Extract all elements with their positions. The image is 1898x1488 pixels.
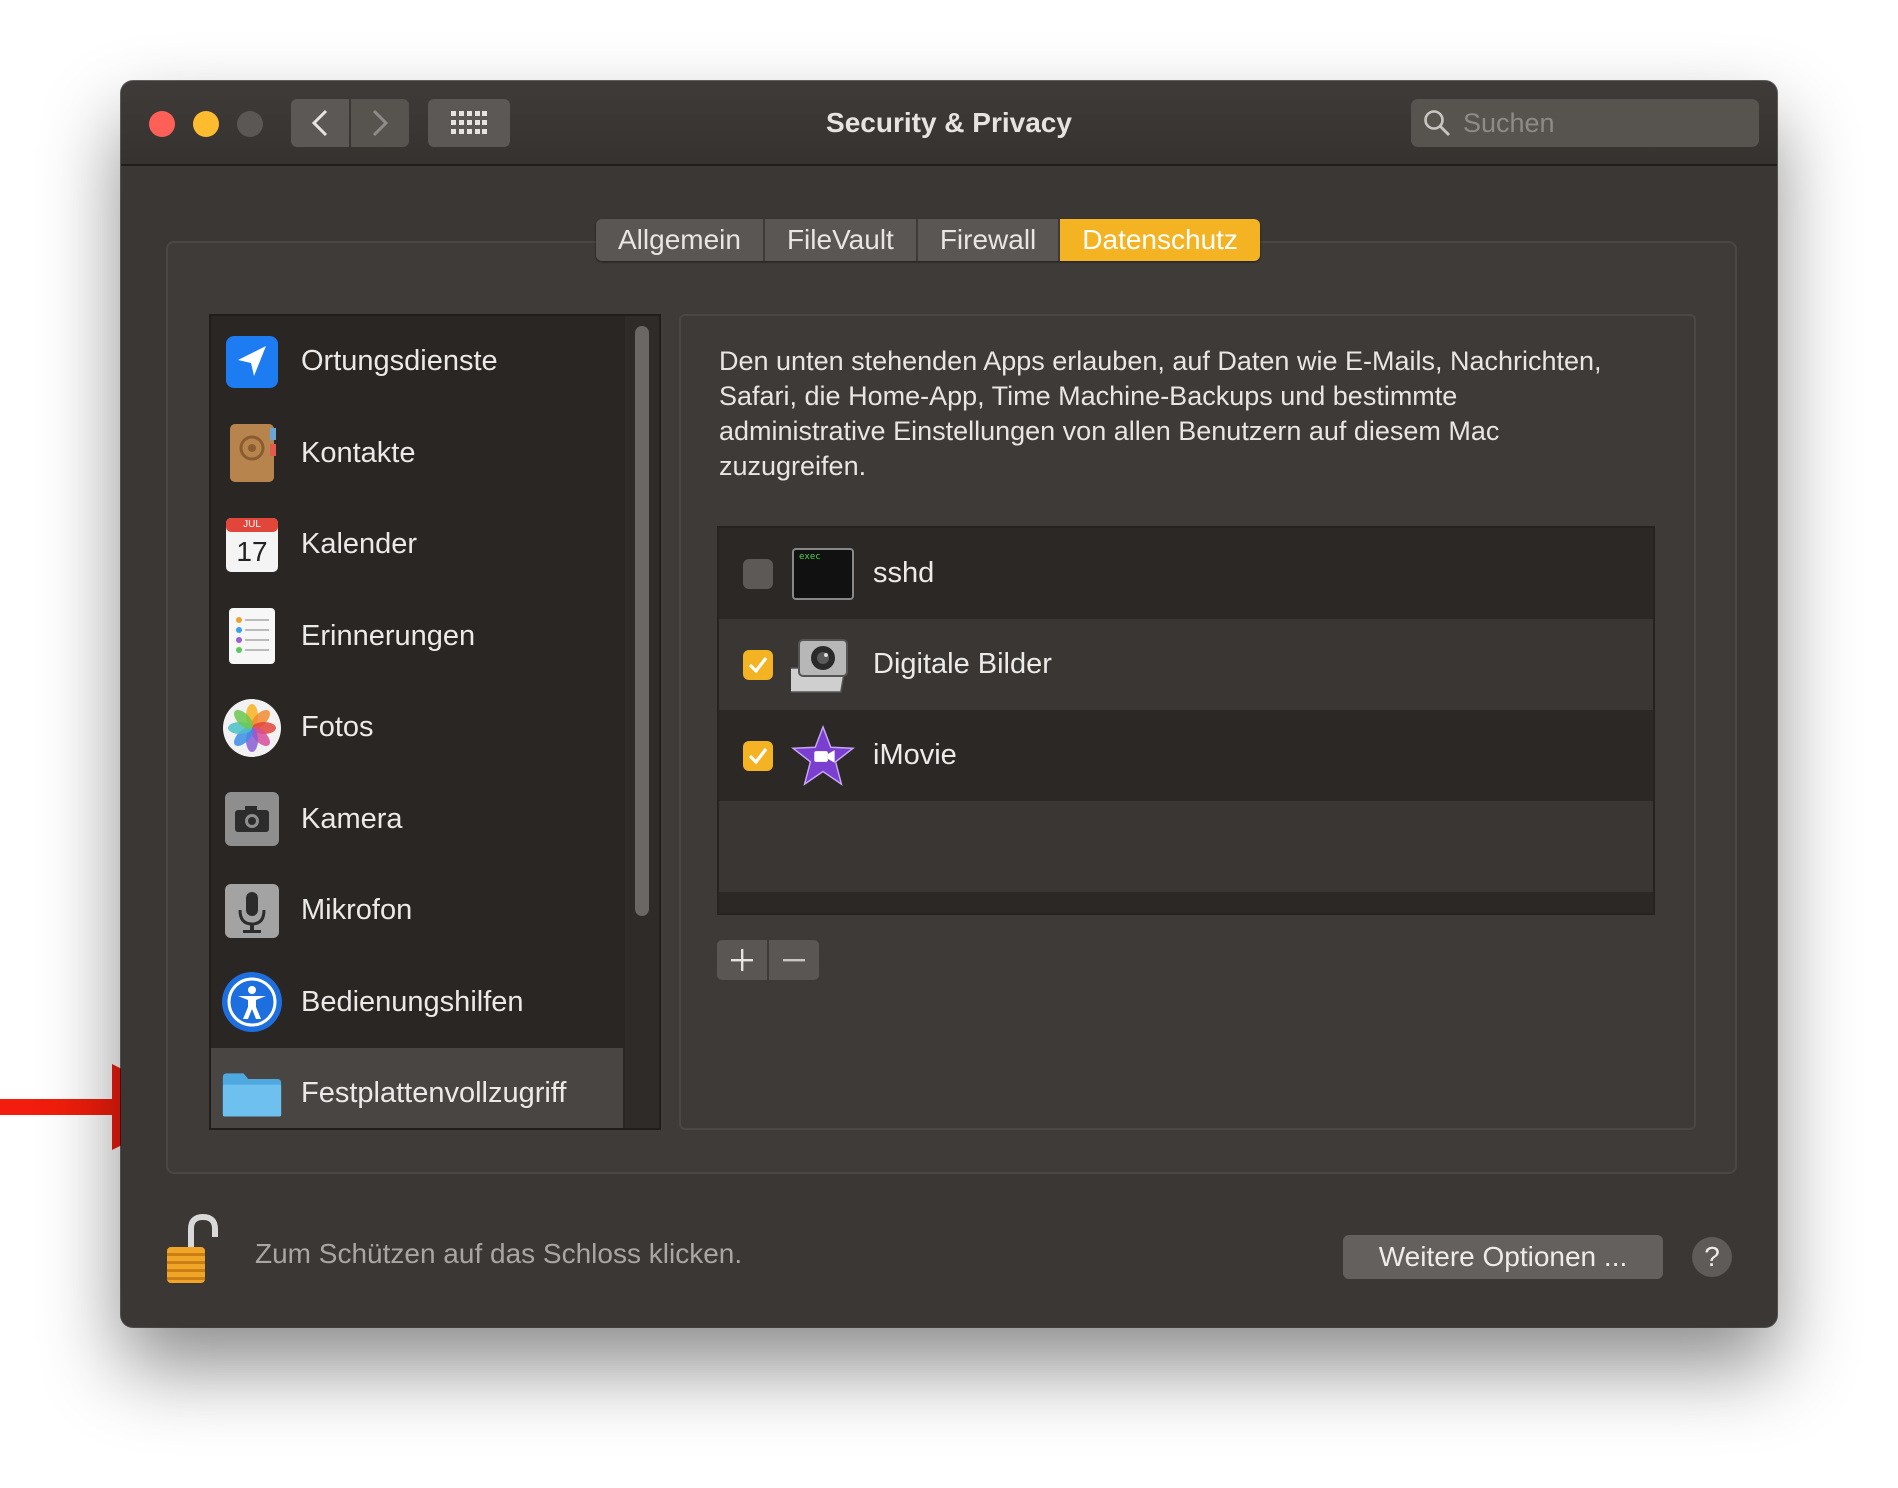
- sidebar-item-label: Ortungsdienste: [301, 345, 498, 378]
- sidebar-item-festplattenvollzugriff[interactable]: Festplattenvollzugriff: [211, 1048, 623, 1128]
- tab-filevault[interactable]: FileVault: [764, 219, 918, 261]
- help-button[interactable]: ?: [1692, 1237, 1732, 1277]
- tab-firewall[interactable]: Firewall: [917, 219, 1061, 261]
- plus-icon: [731, 949, 753, 971]
- title-bar: Security & Privacy: [121, 81, 1777, 166]
- sidebar-item-label: Kamera: [301, 802, 403, 835]
- search-input[interactable]: [1461, 106, 1735, 140]
- app-name: sshd: [873, 557, 935, 589]
- sidebar-item-bedienungshilfen[interactable]: Bedienungshilfen: [211, 957, 623, 1049]
- sidebar-item-ortungsdienste[interactable]: Ortungsdienste: [211, 316, 623, 408]
- sidebar-item-label: Erinnerungen: [301, 619, 476, 652]
- calendar-day: 17: [236, 535, 268, 567]
- checkmark-icon: [748, 656, 768, 673]
- security-privacy-window: Security & Privacy Allgemein FileVault F…: [121, 81, 1777, 1327]
- access-description: Den unten stehenden Apps erlauben, auf D…: [719, 346, 1602, 481]
- image-capture-icon: [791, 633, 855, 697]
- app-row-empty: [719, 801, 1653, 892]
- accessibility-icon: [221, 971, 283, 1033]
- app-row-sshd[interactable]: exec sshd: [719, 528, 1653, 619]
- microphone-icon: [221, 880, 283, 942]
- privacy-category-list: Ortungsdienste Kontakte JUL 17 Kalender: [209, 314, 661, 1130]
- app-checkbox[interactable]: [743, 558, 773, 589]
- imovie-star-icon: [791, 724, 855, 788]
- location-arrow-icon: [221, 331, 283, 393]
- search-field[interactable]: [1411, 99, 1759, 147]
- sidebar-item-kamera[interactable]: Kamera: [211, 774, 623, 866]
- sidebar-item-label: Kontakte: [301, 436, 416, 469]
- search-icon: [1424, 110, 1450, 136]
- app-row-digitale-bilder[interactable]: Digitale Bilder: [719, 619, 1653, 710]
- more-options-button[interactable]: Weitere Optionen ...: [1343, 1235, 1663, 1279]
- add-remove-control: [717, 940, 819, 980]
- sidebar-scrollbar[interactable]: [635, 326, 649, 916]
- sidebar-item-mikrofon[interactable]: Mikrofon: [211, 865, 623, 957]
- terminal-exec-icon: exec: [791, 542, 855, 606]
- sidebar-item-label: Mikrofon: [301, 894, 413, 927]
- add-app-button[interactable]: [717, 940, 767, 980]
- tab-allgemein[interactable]: Allgemein: [596, 219, 765, 261]
- calendar-month: JUL: [243, 518, 261, 530]
- app-checkbox[interactable]: [743, 740, 773, 771]
- reminders-list-icon: [221, 605, 283, 667]
- photos-flower-icon: [221, 697, 283, 759]
- folder-icon: [221, 1063, 283, 1125]
- tab-bar: Allgemein FileVault Firewall Datenschutz: [596, 219, 1260, 261]
- minus-icon: [783, 959, 805, 962]
- sidebar-item-label: Kalender: [301, 528, 418, 561]
- sidebar-item-label: Fotos: [301, 711, 374, 744]
- app-name: iMovie: [873, 739, 957, 771]
- checkmark-icon: [748, 747, 768, 764]
- sidebar-item-erinnerungen[interactable]: Erinnerungen: [211, 591, 623, 683]
- app-name: Digitale Bilder: [873, 648, 1052, 680]
- camera-icon: [221, 788, 283, 850]
- lock-hint-text: Zum Schützen auf das Schloss klicken.: [255, 1238, 743, 1269]
- sidebar-item-label: Bedienungshilfen: [301, 985, 524, 1018]
- app-row-imovie[interactable]: iMovie: [719, 710, 1653, 801]
- contacts-book-icon: [221, 422, 283, 484]
- sidebar-item-label: Festplattenvollzugriff: [301, 1077, 567, 1110]
- exec-icon-text: exec: [799, 551, 821, 562]
- sidebar-item-kalender[interactable]: JUL 17 Kalender: [211, 499, 623, 591]
- remove-app-button[interactable]: [769, 940, 819, 980]
- app-list: exec sshd Digitale Bilder iMovie: [717, 526, 1655, 915]
- sidebar-item-fotos[interactable]: Fotos: [211, 682, 623, 774]
- tab-datenschutz[interactable]: Datenschutz: [1060, 219, 1260, 261]
- app-checkbox[interactable]: [743, 649, 773, 680]
- calendar-icon: JUL 17: [221, 514, 283, 576]
- padlock-open-icon[interactable]: [161, 1213, 221, 1287]
- app-access-pane: Den unten stehenden Apps erlauben, auf D…: [679, 314, 1696, 1130]
- sidebar-item-kontakte[interactable]: Kontakte: [211, 408, 623, 500]
